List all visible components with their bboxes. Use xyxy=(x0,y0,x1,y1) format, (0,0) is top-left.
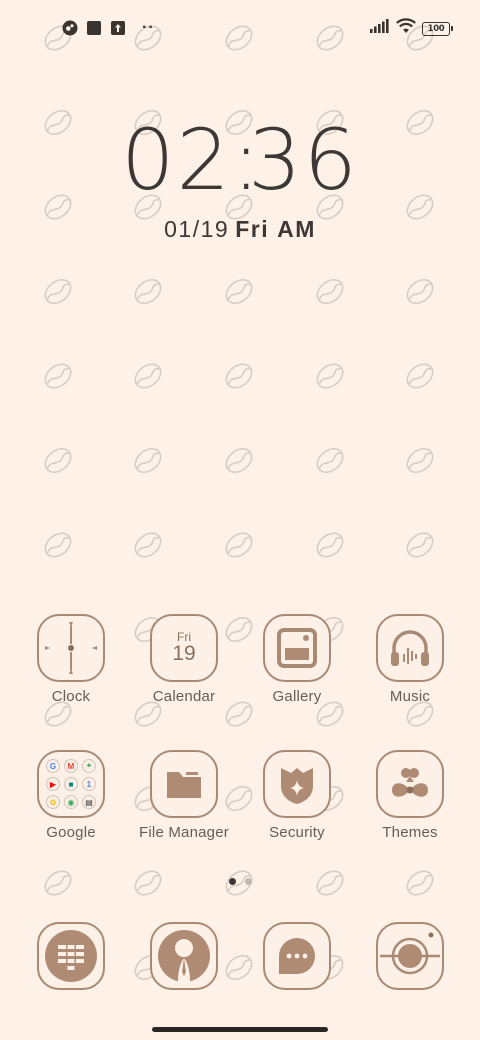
app-label: Calendar xyxy=(152,688,216,705)
coffee-bean-pattern xyxy=(316,532,344,558)
contacts-icon[interactable] xyxy=(150,922,218,990)
date-text: 01/19 xyxy=(164,216,230,242)
shield-icon[interactable] xyxy=(263,750,331,818)
calendar-icon[interactable]: Fri 19 xyxy=(150,614,218,682)
app-label: Gallery xyxy=(272,688,322,705)
page-indicator xyxy=(0,878,480,885)
camera-icon[interactable] xyxy=(376,922,444,990)
clock-icon[interactable] xyxy=(37,614,105,682)
coffee-bean-pattern xyxy=(134,532,162,558)
square-notification-icon xyxy=(86,20,102,36)
dock-messages[interactable] xyxy=(242,922,352,990)
coffee-bean-pattern xyxy=(44,532,72,558)
coffee-bean-pattern xyxy=(316,279,344,304)
coffee-bean-pattern xyxy=(225,532,253,558)
meet-mini-icon: ■ xyxy=(64,777,78,791)
coffee-bean-pattern xyxy=(44,363,72,389)
clock-hour: 02 xyxy=(121,111,232,209)
app-gallery[interactable]: Gallery xyxy=(242,614,352,705)
coffee-bean-pattern xyxy=(406,363,434,389)
youtube-mini-icon: ▶ xyxy=(46,777,60,791)
coffee-bean-pattern xyxy=(316,448,344,473)
clock-widget-time[interactable]: 02:36 xyxy=(0,118,480,202)
coffee-bean-pattern xyxy=(406,532,434,558)
app-label: Clock xyxy=(51,688,91,705)
upload-icon xyxy=(110,20,126,36)
signal-bars-icon xyxy=(370,19,390,38)
app-security[interactable]: Security xyxy=(242,750,352,841)
phone-dialpad-icon[interactable] xyxy=(37,922,105,990)
app-label: Themes xyxy=(382,824,438,841)
bow-icon[interactable] xyxy=(376,750,444,818)
more-notifications-indicator: ·· xyxy=(142,19,155,36)
battery-level: 100 xyxy=(427,23,445,34)
page-dot xyxy=(244,878,252,885)
coffee-bean-pattern xyxy=(134,279,162,304)
news-mini-icon: ▤ xyxy=(82,795,96,809)
ampm-text: AM xyxy=(277,216,316,242)
app-clock[interactable]: Clock xyxy=(16,614,126,705)
coffee-bean-pattern xyxy=(225,363,253,389)
app-label: Security xyxy=(269,824,325,841)
calendar-date: 19 xyxy=(172,641,196,665)
app-notification-icon xyxy=(62,20,78,36)
messages-icon[interactable] xyxy=(263,922,331,990)
app-music[interactable]: Music xyxy=(355,614,465,705)
coffee-bean-pattern xyxy=(44,279,72,304)
weekday-text: Fri xyxy=(235,216,270,242)
app-label: Music xyxy=(389,688,431,705)
app-file-manager[interactable]: File Manager xyxy=(129,750,239,841)
google-folder-grid: G M ⌖ ▶ ■ 1 ✿ ◉ ▤ xyxy=(46,759,96,809)
maps-mini-icon: ⌖ xyxy=(82,759,96,773)
battery-indicator: 100 xyxy=(422,21,453,36)
app-calendar[interactable]: Fri 19 Calendar xyxy=(129,614,239,705)
status-bar: ·· 100 xyxy=(0,0,480,56)
page-dot-active xyxy=(228,878,236,885)
google-search-mini-icon: G xyxy=(46,759,60,773)
headphones-icon[interactable] xyxy=(376,614,444,682)
gallery-icon[interactable] xyxy=(263,614,331,682)
coffee-bean-pattern xyxy=(406,279,434,304)
home-gesture-bar[interactable] xyxy=(152,1027,328,1032)
coffee-bean-pattern xyxy=(134,363,162,389)
coffee-bean-pattern xyxy=(316,363,344,389)
folder-icon[interactable] xyxy=(150,750,218,818)
one-mini-icon: 1 xyxy=(82,777,96,791)
coffee-bean-pattern xyxy=(134,448,162,473)
app-themes[interactable]: Themes xyxy=(355,750,465,841)
google-folder-icon[interactable]: G M ⌖ ▶ ■ 1 ✿ ◉ ▤ xyxy=(37,750,105,818)
app-google-folder[interactable]: G M ⌖ ▶ ■ 1 ✿ ◉ ▤ Google xyxy=(16,750,126,841)
dock-contacts[interactable] xyxy=(129,922,239,990)
clock-minute: 36 xyxy=(248,111,359,209)
photos-mini-icon: ✿ xyxy=(46,795,60,809)
dock-camera[interactable] xyxy=(355,922,465,990)
coffee-bean-pattern xyxy=(225,279,253,304)
wifi-icon xyxy=(396,18,416,39)
coffee-bean-pattern xyxy=(44,448,72,473)
coffee-bean-pattern xyxy=(225,448,253,473)
clock-separator: : xyxy=(232,111,263,209)
clock-widget-date[interactable]: 01/19 Fri AM xyxy=(0,216,480,243)
gmail-mini-icon: M xyxy=(64,759,78,773)
dock-phone[interactable] xyxy=(16,922,126,990)
app-label: File Manager xyxy=(139,824,229,841)
app-label: Google xyxy=(46,824,96,841)
chrome-mini-icon: ◉ xyxy=(64,795,78,809)
coffee-bean-pattern xyxy=(406,448,434,473)
